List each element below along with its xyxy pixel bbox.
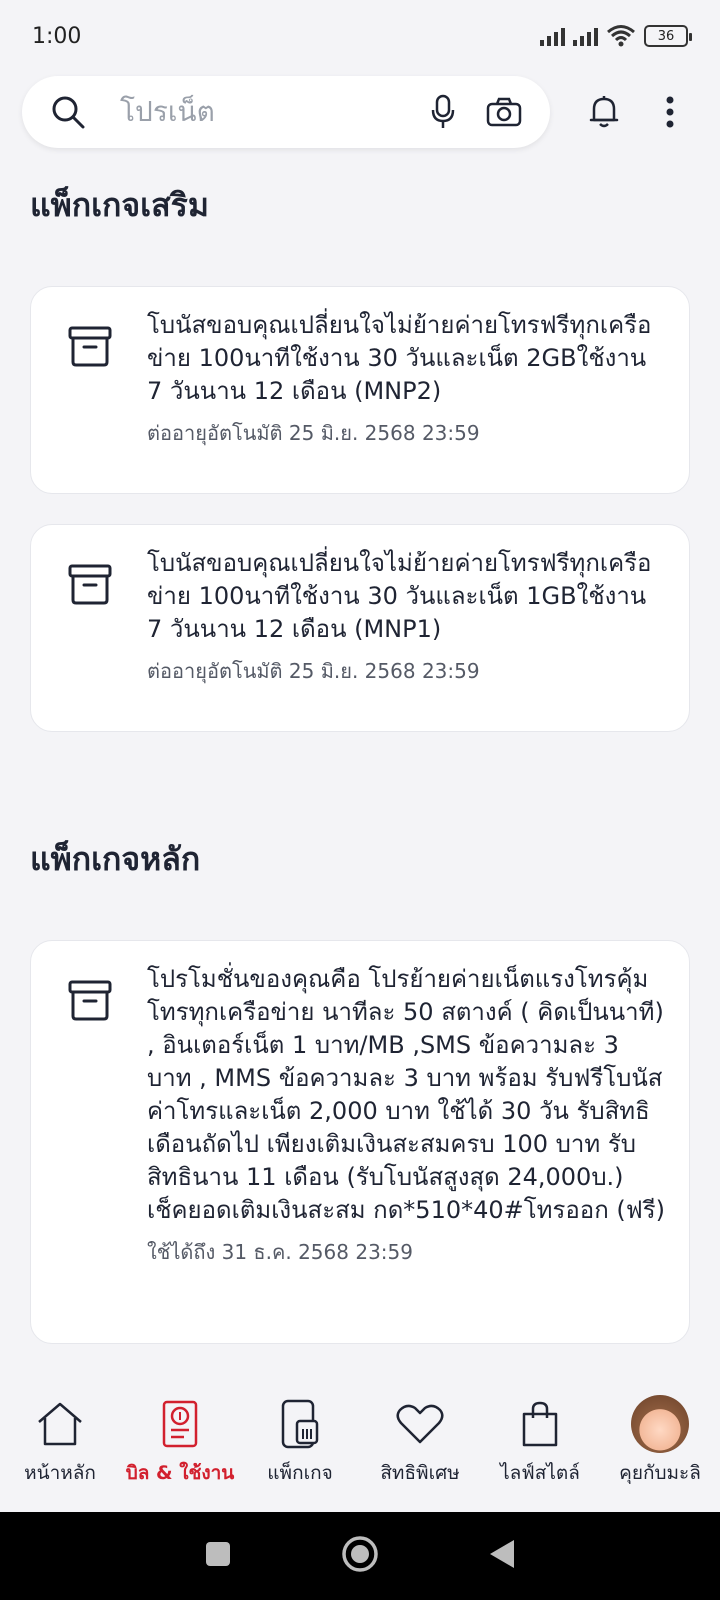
nav-label: หน้าหลัก xyxy=(24,1462,96,1484)
back-triangle-icon xyxy=(489,1540,514,1568)
avatar-icon xyxy=(631,1394,689,1454)
camera-button[interactable] xyxy=(486,97,522,127)
signal-icon xyxy=(540,26,565,46)
battery-level: 36 xyxy=(657,28,675,44)
addon-section-title: แพ็กเกจเสริม xyxy=(30,186,209,224)
main-package-card[interactable]: โปรโมชั่นของคุณคือ โปรย้ายค่ายเน็ตแรงโทร… xyxy=(30,940,690,1344)
nav-label: ไลฟ์สไตล์ xyxy=(500,1462,580,1484)
main-section-title: แพ็กเกจหลัก xyxy=(30,840,201,878)
addon-package-card[interactable]: โบนัสขอบคุณเปลี่ยนใจไม่ย้ายค่ายโทรฟรีทุก… xyxy=(30,524,690,732)
recent-apps-button[interactable] xyxy=(204,1540,232,1572)
package-title: โบนัสขอบคุณเปลี่ยนใจไม่ย้ายค่ายโทรฟรีทุก… xyxy=(147,549,652,643)
search-row: โปรเน็ต xyxy=(22,76,698,152)
microphone-icon xyxy=(431,94,455,128)
nav-label: แพ็กเกจ xyxy=(267,1462,333,1484)
square-icon xyxy=(206,1542,231,1566)
sim-package-icon xyxy=(279,1394,321,1454)
circle-icon xyxy=(342,1536,378,1572)
wifi-icon xyxy=(607,25,635,47)
heart-icon xyxy=(395,1394,445,1454)
package-renewal: ต่ออายุอัตโนมัติ 25 มิ.ย. 2568 23:59 xyxy=(147,421,480,445)
bottom-navigation: หน้าหลัก บิล & ใช้งาน แพ็กเกจ สิทธิพิเศษ… xyxy=(0,1380,720,1512)
avatar xyxy=(631,1395,689,1453)
status-time: 1:00 xyxy=(32,23,82,49)
nav-label: คุยกับมะลิ xyxy=(619,1462,701,1484)
archive-icon xyxy=(67,977,113,1023)
back-button[interactable] xyxy=(488,1538,516,1574)
camera-icon xyxy=(486,97,522,127)
nav-item-home[interactable]: หน้าหลัก xyxy=(0,1380,120,1512)
nav-item-bill-usage[interactable]: บิล & ใช้งาน xyxy=(120,1380,240,1512)
nav-item-package[interactable]: แพ็กเกจ xyxy=(240,1380,360,1512)
package-details: โบนัสขอบคุณเปลี่ยนใจไม่ย้ายค่ายโทรฟรีทุก… xyxy=(147,309,667,446)
nav-label: สิทธิพิเศษ xyxy=(380,1462,460,1484)
bell-icon xyxy=(589,96,619,128)
search-icon xyxy=(52,96,85,129)
nav-item-privileges[interactable]: สิทธิพิเศษ xyxy=(360,1380,480,1512)
microphone-button[interactable] xyxy=(430,94,456,130)
archive-icon xyxy=(67,323,113,369)
system-navigation-bar xyxy=(0,1512,720,1600)
more-options-button[interactable] xyxy=(658,90,682,134)
package-title: โปรโมชั่นของคุณคือ โปรย้ายค่ายเน็ตแรงโทร… xyxy=(147,965,665,1224)
search-input[interactable]: โปรเน็ต xyxy=(22,76,550,148)
notification-button[interactable] xyxy=(582,90,626,134)
package-title: โบนัสขอบคุณเปลี่ยนใจไม่ย้ายค่ายโทรฟรีทุก… xyxy=(147,311,652,405)
status-icons: 36 xyxy=(540,24,692,48)
package-details: โบนัสขอบคุณเปลี่ยนใจไม่ย้ายค่ายโทรฟรีทุก… xyxy=(147,547,667,684)
package-details: โปรโมชั่นของคุณคือ โปรย้ายค่ายเน็ตแรงโทร… xyxy=(147,963,667,1265)
package-expiry: ใช้ได้ถึง 31 ธ.ค. 2568 23:59 xyxy=(147,1240,413,1264)
addon-package-card[interactable]: โบนัสขอบคุณเปลี่ยนใจไม่ย้ายค่ายโทรฟรีทุก… xyxy=(30,286,690,494)
archive-icon xyxy=(67,561,113,607)
shopping-bag-icon xyxy=(520,1394,560,1454)
home-icon xyxy=(35,1394,85,1454)
bill-icon xyxy=(160,1394,200,1454)
battery-icon: 36 xyxy=(644,25,692,47)
status-bar: 1:00 36 xyxy=(0,0,720,72)
search-placeholder: โปรเน็ต xyxy=(120,95,215,128)
signal-icon xyxy=(573,26,598,46)
package-renewal: ต่ออายุอัตโนมัติ 25 มิ.ย. 2568 23:59 xyxy=(147,659,480,683)
more-vertical-icon xyxy=(666,96,674,128)
home-system-button[interactable] xyxy=(341,1535,379,1577)
nav-item-lifestyle[interactable]: ไลฟ์สไตล์ xyxy=(480,1380,600,1512)
nav-item-chat-mali[interactable]: คุยกับมะลิ xyxy=(600,1380,720,1512)
nav-label: บิล & ใช้งาน xyxy=(125,1462,235,1484)
